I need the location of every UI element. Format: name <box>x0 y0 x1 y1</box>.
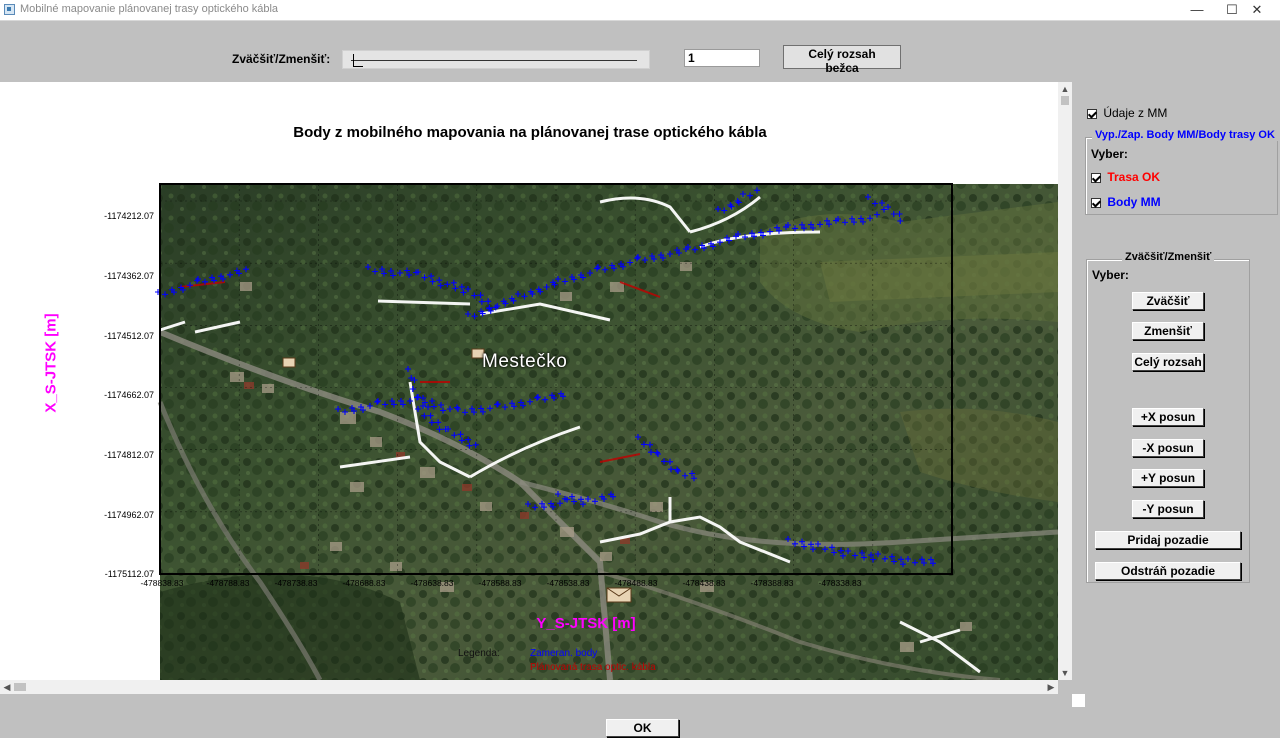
scroll-down-icon[interactable]: ▼ <box>1058 666 1072 680</box>
close-button[interactable]: ✕ <box>1234 0 1280 20</box>
full-range-label: Celý rozsah bežca <box>808 47 876 75</box>
vyber-label-1: Vyber: <box>1091 147 1128 161</box>
trasa-ok-checkbox[interactable]: Trasa OK <box>1091 170 1160 184</box>
horizontal-scrollbar[interactable]: ◀ ▶ <box>0 680 1058 694</box>
trasa-check-icon[interactable] <box>1091 172 1101 183</box>
zoom-out-button[interactable]: Zmenšiť <box>1132 322 1204 340</box>
zoom-slider[interactable] <box>342 50 650 69</box>
x-tick-label: -478538.83 <box>546 578 590 588</box>
x-tick-label: -478638.83 <box>410 578 454 588</box>
body-check-icon[interactable] <box>1091 197 1101 208</box>
remove-background-button[interactable]: Odstráň pozadie <box>1095 562 1241 580</box>
minus-x-label: -X posun <box>1142 441 1194 455</box>
legend-label: Legenda: <box>458 648 500 659</box>
plot-panel: Body z mobilného mapovania na plánovanej… <box>0 82 1058 680</box>
zoom-value-field[interactable]: 1 <box>684 49 760 67</box>
y-tick-label: -1174362.07 <box>104 271 154 281</box>
toggle-group-title: Vyp./Zap. Body MM/Body trasy OK <box>1092 129 1278 141</box>
x-tick-label: -478838.83 <box>140 578 184 588</box>
slider-thumb[interactable] <box>353 54 363 67</box>
app-icon <box>4 4 15 15</box>
udaje-label: Údaje z MM <box>1103 106 1168 120</box>
full-extent-button[interactable]: Celý rozsah <box>1132 353 1204 371</box>
hscroll-thumb[interactable] <box>14 683 26 691</box>
zoom-label: Zväčšiť/Zmenšiť: <box>232 52 331 66</box>
add-background-label: Pridaj pozadie <box>1127 533 1209 547</box>
y-tick-label: -1175112.07 <box>104 569 154 579</box>
zoom-in-label: Zväčšiť <box>1146 294 1190 308</box>
map-canvas[interactable] <box>0 82 1058 680</box>
plus-y-label: +Y posun <box>1140 471 1196 485</box>
y-tick-label: -1174962.07 <box>104 510 154 520</box>
x-tick-label: -478788.83 <box>206 578 250 588</box>
x-tick-label: -478688.83 <box>342 578 386 588</box>
minus-y-label: -Y posun <box>1142 502 1194 516</box>
window-title: Mobilné mapovanie plánovanej trasy optic… <box>20 3 279 15</box>
y-tick-label: -1174212.07 <box>104 211 154 221</box>
title-bar: Mobilné mapovanie plánovanej trasy optic… <box>0 0 1280 21</box>
zoom-in-button[interactable]: Zväčšiť <box>1132 292 1204 310</box>
ok-label: OK <box>633 721 652 735</box>
ok-button[interactable]: OK <box>606 719 679 737</box>
plus-y-button[interactable]: +Y posun <box>1132 469 1204 487</box>
y-tick-label: -1174812.07 <box>104 450 154 460</box>
udaje-check-icon[interactable] <box>1087 108 1097 119</box>
add-background-button[interactable]: Pridaj pozadie <box>1095 531 1241 549</box>
y-tick-label: -1174512.07 <box>104 331 154 341</box>
scroll-corner <box>1072 694 1085 707</box>
zoom-out-label: Zmenšiť <box>1144 324 1192 338</box>
scroll-up-icon[interactable]: ▲ <box>1058 82 1072 96</box>
minus-x-button[interactable]: -X posun <box>1132 439 1204 457</box>
zoom-group-title: Zväčšiť/Zmenšiť <box>1122 251 1215 263</box>
vertical-scrollbar[interactable]: ▲ ▼ <box>1058 82 1072 680</box>
scroll-left-icon[interactable]: ◀ <box>0 680 14 694</box>
body-mm-label: Body MM <box>1107 195 1161 209</box>
x-tick-label: -478738.83 <box>274 578 318 588</box>
plus-x-label: +X posun <box>1140 410 1196 424</box>
scroll-right-icon[interactable]: ▶ <box>1044 680 1058 694</box>
vscroll-thumb[interactable] <box>1061 96 1069 105</box>
plus-x-button[interactable]: +X posun <box>1132 408 1204 426</box>
x-tick-label: -478338.83 <box>818 578 862 588</box>
y-tick-label: -1174662.07 <box>104 390 154 400</box>
trasa-ok-label: Trasa OK <box>1107 170 1161 184</box>
x-tick-label: -478388.83 <box>750 578 794 588</box>
legend-item-points: Zameran. body <box>530 648 598 659</box>
body-mm-checkbox[interactable]: Body MM <box>1091 195 1161 209</box>
legend-item-route: Plánovaná trasa optic. kábla <box>530 662 656 673</box>
vyber-label-2: Vyber: <box>1092 268 1129 282</box>
minus-y-button[interactable]: -Y posun <box>1132 500 1204 518</box>
satellite-background <box>157 184 1058 680</box>
x-tick-label: -478488.83 <box>614 578 658 588</box>
x-axis-label: Y_S-JTSK [m] <box>536 615 636 632</box>
x-tick-label: -478438.83 <box>682 578 726 588</box>
map-place-label: Mestečko <box>482 351 568 372</box>
full-extent-label: Celý rozsah <box>1134 355 1202 369</box>
x-tick-label: -478588.83 <box>478 578 522 588</box>
remove-background-label: Odstráň pozadie <box>1120 564 1215 578</box>
udaje-checkbox[interactable]: Údaje z MM <box>1087 106 1167 120</box>
full-range-button[interactable]: Celý rozsah bežca <box>783 45 901 75</box>
slider-track <box>351 60 637 61</box>
